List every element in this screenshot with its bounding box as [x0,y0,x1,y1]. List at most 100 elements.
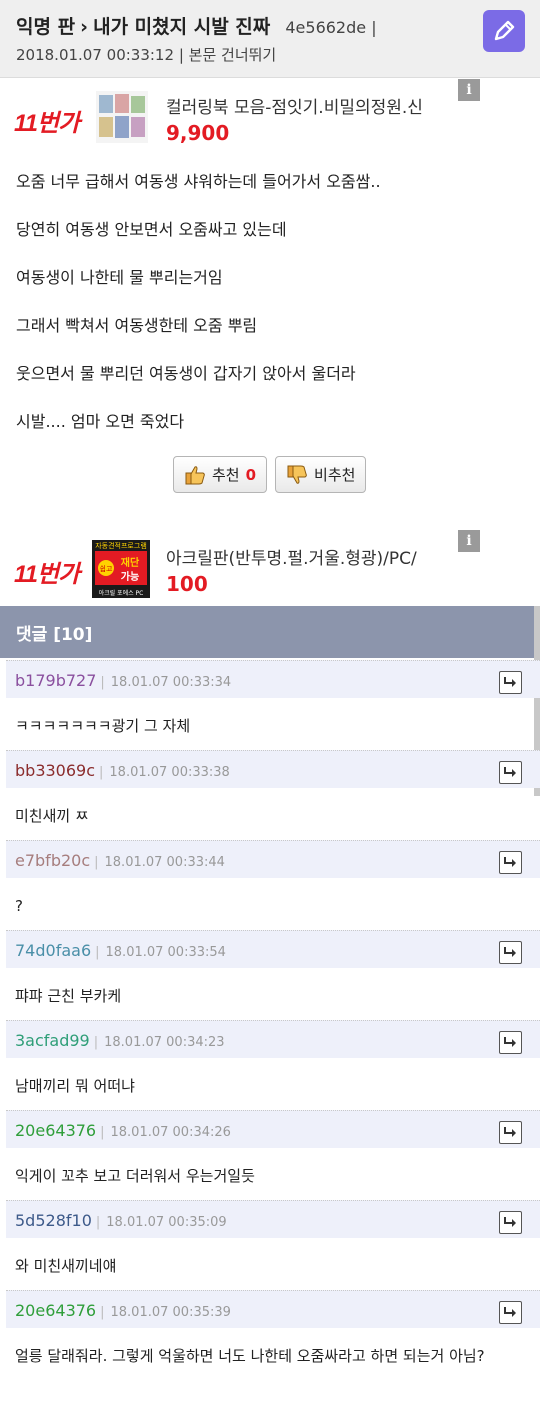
vote-buttons: 추천 0 비추천 [173,456,367,493]
thumb-caption: 가능 [121,570,139,583]
coloring-book-thumbnail [96,91,148,143]
post-content: 오줌 너무 급해서 여동생 샤워하는데 들어가서 오줌쌈.. 당연히 여동생 안… [16,170,526,458]
write-post-button[interactable] [483,10,525,52]
reply-icon[interactable] [499,1031,522,1054]
comment-author[interactable]: 20e64376 [15,1121,96,1140]
comment-author[interactable]: bb33069c [15,761,95,780]
skip-to-content-link[interactable]: 본문 건너뛰기 [189,46,277,64]
acrylic-product-thumbnail: 자동견적프로그램 쉽고 재단 가능 아크릴 포에스 PC [92,540,150,598]
brand-text: 11번가 [14,561,80,588]
reply-arrow-icon [504,1307,516,1317]
comment-header: e7bfb20c 18.01.07 00:33:44 [6,840,540,878]
ad-banner[interactable]: 11번가 컬러링북 모음-점잇기.비밀의정원.신 9,900 i [0,79,480,155]
comment-author[interactable]: e7bfb20c [15,851,90,870]
comment-time: 18.01.07 00:34:26 [100,1125,231,1140]
thumb-caption: 재단 [121,556,140,569]
comment-time: 18.01.07 00:34:23 [94,1035,225,1050]
comment-header: 20e64376 18.01.07 00:34:26 [6,1110,540,1148]
reply-arrow-icon [504,1037,516,1047]
comment-header: 3acfad99 18.01.07 00:34:23 [6,1020,540,1058]
post-paragraph: 웃으면서 물 뿌리던 여동생이 갑자기 앉아서 울더라 [16,364,356,383]
reply-icon[interactable] [499,671,522,694]
11st-logo: 11번가 [14,103,80,138]
upvote-label: 추천 [212,466,240,484]
comment-time: 18.01.07 00:35:09 [96,1215,227,1230]
reply-arrow-icon [504,767,516,777]
reply-icon[interactable] [499,1301,522,1324]
comment-item: 20e64376 18.01.07 00:35:39 얼릉 달래줘라. 그렇게 억울… [6,1290,540,1380]
breadcrumb-separator: › [80,16,88,38]
comment-item: 3acfad99 18.01.07 00:34:23 남매끼리 뭐 어떠냐 [6,1020,540,1110]
post-title: 내가 미쳤지 시발 진짜 [93,16,271,38]
comment-text: 미친새끼 ㅉ [15,807,89,825]
comments-header: 댓글 [10] [0,606,540,658]
comment-text: 남매끼리 뭐 어떠냐 [15,1077,135,1095]
11st-logo: 11번가 [14,554,80,589]
comment-text: 퍄퍄 근친 부카케 [15,987,122,1005]
reply-icon[interactable] [499,1211,522,1234]
reply-arrow-icon [504,677,516,687]
thumbs-up-icon [185,465,205,484]
comment-header: b179b727 18.01.07 00:33:34 [6,660,540,698]
thumb-caption: 아크릴 포에스 PC [99,589,144,597]
post-datetime: 2018.01.07 00:33:12 [16,46,175,64]
comment-header: 74d0faa6 18.01.07 00:33:54 [6,930,540,968]
post-paragraph: 그래서 빡쳐서 여동생한테 오줌 뿌림 [16,316,258,335]
pencil-icon [494,20,515,41]
comment-text: ? [15,897,23,915]
brand-text: 11번가 [14,110,80,137]
ad-banner[interactable]: 11번가 자동견적프로그램 쉽고 재단 가능 아크릴 포에스 PC 아크릴판(반… [0,530,480,606]
comment-author[interactable]: 5d528f10 [15,1211,92,1230]
reply-arrow-icon [504,1127,516,1137]
reply-arrow-icon [504,1217,516,1227]
title-line: 익명 판 › 내가 미쳤지 시발 진짜 4e5662de | [16,12,377,39]
downvote-label: 비추천 [314,466,356,484]
reply-icon[interactable] [499,761,522,784]
post-paragraph: 여동생이 나한테 물 뿌리는거임 [16,268,223,287]
downvote-button[interactable]: 비추천 [275,456,367,493]
thumb-caption: 자동견적프로그램 [95,541,147,550]
comment-item: e7bfb20c 18.01.07 00:33:44? [6,840,540,930]
comment-header: 20e64376 18.01.07 00:35:39 [6,1290,540,1328]
comment-item: 5d528f10 18.01.07 00:35:09 와 미친새끼네얘 [6,1200,540,1290]
comment-text: 얼릉 달래줘라. 그렇게 억울하면 너도 나한테 오줌싸라고 하면 되는거 아님… [15,1347,485,1365]
author-id: 4e5662de | [285,18,377,37]
ad-info-icon[interactable]: i [458,530,480,552]
comment-author[interactable]: 3acfad99 [15,1031,90,1050]
reply-arrow-icon [504,857,516,867]
post-paragraph: 당연히 여동생 안보면서 오줌싸고 있는데 [16,220,287,239]
upvote-button[interactable]: 추천 0 [173,456,268,493]
comment-item: 20e64376 18.01.07 00:34:26 익게이 꼬추 보고 더러워서 … [6,1110,540,1200]
comment-text: 와 미친새끼네얘 [15,1257,117,1275]
reply-icon[interactable] [499,851,522,874]
reply-icon[interactable] [499,1121,522,1144]
comment-text: 익게이 꼬추 보고 더러워서 우는거일듯 [15,1167,255,1185]
comment-item: bb33069c 18.01.07 00:33:38 미친새끼 ㅉ [6,750,540,840]
reply-icon[interactable] [499,941,522,964]
thumb-caption: 쉽고 [100,564,113,573]
ad-price: 9,900 [166,121,230,145]
post-header: 익명 판 › 내가 미쳤지 시발 진짜 4e5662de | 2018.01.0… [0,0,540,78]
board-name[interactable]: 익명 판 [16,16,75,38]
comment-time: 18.01.07 00:33:38 [99,765,230,780]
comment-header: 5d528f10 18.01.07 00:35:09 [6,1200,540,1238]
post-paragraph: 오줌 너무 급해서 여동생 샤워하는데 들어가서 오줌쌈.. [16,172,381,191]
comment-text: ㅋㅋㅋㅋㅋㅋㅋ광기 그 자체 [15,717,191,735]
comment-author[interactable]: 74d0faa6 [15,941,91,960]
comment-header: bb33069c 18.01.07 00:33:38 [6,750,540,788]
post-paragraph: 시발.... 엄마 오면 죽었다 [16,412,185,431]
comment-time: 18.01.07 00:35:39 [100,1305,231,1320]
comment-time: 18.01.07 00:33:54 [95,945,226,960]
meta-separator: | [178,46,184,64]
comment-time: 18.01.07 00:33:34 [100,675,231,690]
upvote-count: 0 [245,465,257,484]
comment-author[interactable]: 20e64376 [15,1301,96,1320]
ad-info-icon[interactable]: i [458,79,480,101]
ad-product-name: 아크릴판(반투명.펄.거울.형광)/PC/ [166,549,417,569]
comment-author[interactable]: b179b727 [15,671,96,690]
ad-price: 100 [166,572,208,596]
comment-time: 18.01.07 00:33:44 [94,855,225,870]
comment-item: b179b727 18.01.07 00:33:34 ㅋㅋㅋㅋㅋㅋㅋ광기 그 자체 [6,660,540,750]
ad-product-name: 컬러링북 모음-점잇기.비밀의정원.신 [166,98,423,118]
thumbs-down-icon [287,465,307,484]
